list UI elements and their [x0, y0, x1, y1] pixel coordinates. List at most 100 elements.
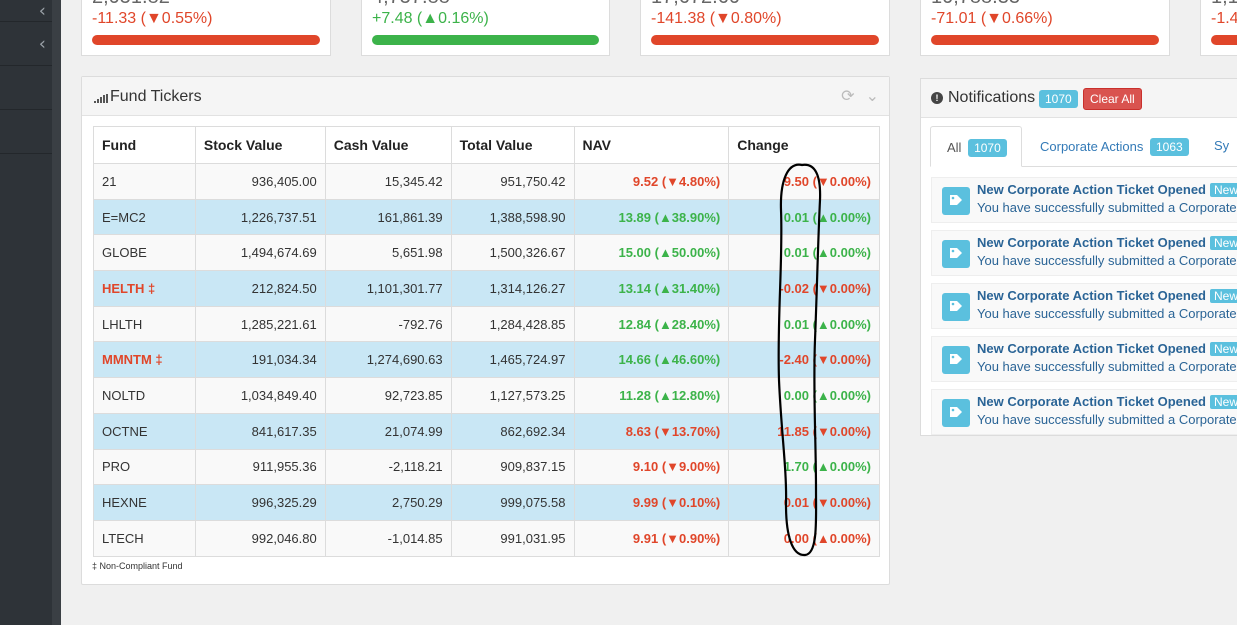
notification-item[interactable]: New Corporate Action Ticket Opened New You…	[931, 230, 1237, 276]
fund-name-cell: E=MC2	[93, 198, 196, 236]
nav-cell: 13.14 (▲31.40%)	[573, 270, 730, 307]
total-value-cell: 1,314,126.27	[450, 270, 575, 307]
notification-title[interactable]: New Corporate Action Ticket Opened New	[977, 182, 1237, 197]
table-row[interactable]: OCTNE 841,617.35 21,074.99 862,692.34 8.63 (…	[93, 412, 880, 450]
market-card: 10,788.33 -71.01 (▼0.66%)	[920, 0, 1170, 56]
tag-icon	[942, 346, 970, 374]
table-row[interactable]: E=MC2 1,226,737.51 161,861.39 1,388,598.90 1…	[93, 198, 880, 236]
market-change: -71.01 (▼0.66%)	[931, 10, 1053, 27]
total-value-cell: 991,031.95	[450, 519, 575, 557]
fund-name-cell: HEXNE	[93, 484, 196, 521]
col-header[interactable]: Change	[728, 126, 880, 164]
cash-value-cell: -1,014.85	[324, 519, 452, 557]
clear-all-button[interactable]: Clear All	[1083, 88, 1142, 110]
info-icon: !	[931, 92, 943, 104]
market-value: 4,757.88	[372, 0, 450, 9]
notification-item[interactable]: New Corporate Action Ticket Opened New You…	[931, 389, 1237, 435]
change-cell: 0.00 (▲0.00%)	[728, 377, 880, 414]
cash-value-cell: 1,101,301.77	[324, 270, 452, 307]
chevron-left-icon[interactable]: ‹	[39, 33, 46, 54]
notification-item[interactable]: New Corporate Action Ticket Opened New You…	[931, 283, 1237, 329]
stock-value-cell: 1,494,674.69	[194, 234, 326, 272]
stock-value-cell: 1,226,737.51	[194, 198, 326, 236]
stock-value-cell: 1,034,849.40	[194, 377, 326, 414]
chevron-down-icon[interactable]: ⌄	[866, 86, 879, 105]
nav-cell: 12.84 (▲28.40%)	[573, 305, 730, 343]
chevron-left-icon[interactable]: ‹	[39, 0, 46, 21]
col-header[interactable]: Cash Value	[324, 126, 452, 164]
change-cell: 11.85 (▼0.00%)	[728, 412, 880, 450]
notification-desc: You have successfully submitted a Corpor…	[977, 412, 1237, 427]
market-value: 1,1	[1211, 0, 1237, 9]
fund-name-cell: HELTH ‡	[93, 270, 196, 307]
notifications-panel: ! Notifications 1070 Clear All All 1070 …	[920, 78, 1237, 436]
tab-corporate-actions[interactable]: Corporate Actions 1063	[1040, 126, 1200, 167]
tag-icon	[942, 240, 970, 268]
left-sidebar: ‹ ‹	[0, 0, 61, 625]
notification-title-text: New Corporate Action Ticket Opened	[977, 182, 1206, 197]
stock-value-cell: 992,046.80	[194, 519, 326, 557]
total-value-cell: 862,692.34	[450, 412, 575, 450]
col-header[interactable]: Stock Value	[194, 126, 326, 164]
change-cell: 9.50 (▼0.00%)	[728, 163, 880, 200]
col-header[interactable]: Fund	[93, 126, 196, 164]
panel-header: ! Notifications 1070 Clear All	[921, 79, 1237, 118]
cash-value-cell: 161,861.39	[324, 198, 452, 236]
market-value: 10,788.33	[931, 0, 1020, 9]
sidebar-item[interactable]: ‹	[0, 0, 60, 22]
notification-title[interactable]: New Corporate Action Ticket Opened New	[977, 235, 1237, 250]
table-row[interactable]: PRO 911,955.36 -2,118.21 909,837.15 9.10 (▼9…	[93, 448, 880, 486]
table-row[interactable]: HELTH ‡ 212,824.50 1,101,301.77 1,314,126.2…	[93, 270, 880, 307]
change-cell: 0.01 (▼0.00%)	[728, 484, 880, 521]
table-row[interactable]: 21 936,405.00 15,345.42 951,750.42 9.52 (▼4.…	[93, 163, 880, 200]
stock-value-cell: 841,617.35	[194, 412, 326, 450]
total-value-cell: 1,284,428.85	[450, 305, 575, 343]
notification-title[interactable]: New Corporate Action Ticket Opened New	[977, 394, 1237, 409]
total-value-cell: 999,075.58	[450, 484, 575, 521]
change-cell: 0.00 (▲0.00%)	[728, 519, 880, 557]
change-cell: -2.40 (▼0.00%)	[728, 341, 880, 379]
sidebar-item[interactable]: ‹	[0, 22, 60, 66]
tab-all[interactable]: All 1070	[930, 126, 1022, 167]
tab-label: Sy	[1214, 138, 1230, 153]
notification-title[interactable]: New Corporate Action Ticket Opened New	[977, 288, 1237, 303]
market-bar	[651, 35, 879, 45]
col-header[interactable]: Total Value	[450, 126, 575, 164]
sidebar-item[interactable]	[0, 66, 60, 110]
table-row[interactable]: MMNTM ‡ 191,034.34 1,274,690.63 1,465,724.9…	[93, 341, 880, 379]
total-value-cell: 1,465,724.97	[450, 341, 575, 379]
table-row[interactable]: LHLTH 1,285,221.61 -792.76 1,284,428.85 12.8…	[93, 305, 880, 343]
market-bar	[931, 35, 1159, 45]
total-value-cell: 909,837.15	[450, 448, 575, 486]
market-change: -1.4	[1211, 10, 1237, 27]
table-row[interactable]: HEXNE 996,325.29 2,750.29 999,075.58 9.99 (▼…	[93, 484, 880, 521]
change-cell: 0.01 (▲0.00%)	[728, 234, 880, 272]
tab-system[interactable]: Sy	[1214, 126, 1237, 167]
notification-title[interactable]: New Corporate Action Ticket Opened New	[977, 341, 1237, 356]
fund-name-cell: LHLTH	[93, 305, 196, 343]
fund-name-cell: OCTNE	[93, 412, 196, 450]
nav-cell: 13.89 (▲38.90%)	[573, 198, 730, 236]
notification-title-text: New Corporate Action Ticket Opened	[977, 341, 1206, 356]
change-cell: 0.01 (▲0.00%)	[728, 198, 880, 236]
notification-tabs: All 1070 Corporate Actions 1063 Sy	[930, 126, 1237, 167]
table-row[interactable]: GLOBE 1,494,674.69 5,651.98 1,500,326.67 15.…	[93, 234, 880, 272]
fund-tickers-panel: Fund Tickers ⟳ ⌄ Fund Stock Value Cash V…	[81, 76, 890, 585]
change-cell: 1.70 (▲0.00%)	[728, 448, 880, 486]
tag-icon	[942, 187, 970, 215]
refresh-icon[interactable]: ⟳	[841, 86, 854, 105]
nav-cell: 14.66 (▲46.60%)	[573, 341, 730, 379]
table-row[interactable]: LTECH 992,046.80 -1,014.85 991,031.95 9.91 (…	[93, 519, 880, 557]
notification-count-badge: 1070	[1039, 90, 1078, 108]
sidebar-edge	[52, 0, 61, 625]
nav-cell: 8.63 (▼13.70%)	[573, 412, 730, 450]
notification-item[interactable]: New Corporate Action Ticket Opened New You…	[931, 177, 1237, 223]
table-row[interactable]: NOLTD 1,034,849.40 92,723.85 1,127,573.25 11…	[93, 377, 880, 414]
nav-cell: 11.28 (▲12.80%)	[573, 377, 730, 414]
market-card: 1,1 -1.4	[1200, 0, 1237, 56]
stock-value-cell: 936,405.00	[194, 163, 326, 200]
col-header[interactable]: NAV	[573, 126, 730, 164]
notification-item[interactable]: New Corporate Action Ticket Opened New You…	[931, 336, 1237, 382]
market-change: +7.48 (▲0.16%)	[372, 10, 489, 27]
sidebar-item[interactable]	[0, 110, 60, 154]
